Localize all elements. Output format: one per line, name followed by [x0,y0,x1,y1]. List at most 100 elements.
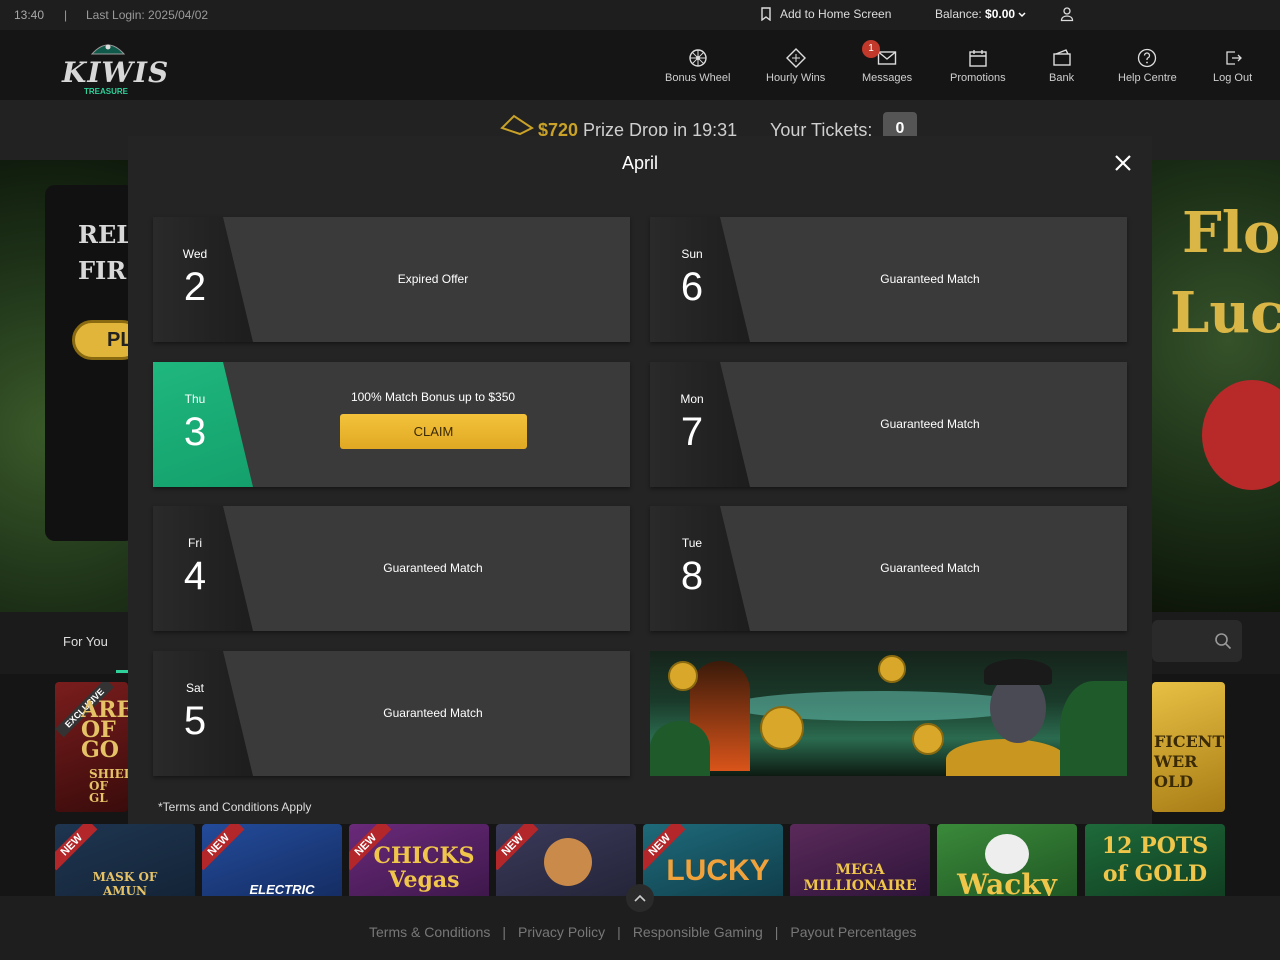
nav-bank[interactable]: Bank [1049,48,1074,84]
offer-card: Sat 5 Guaranteed Match [153,651,630,776]
logo-subtitle: TREASURE [84,87,129,96]
nav-hourly-wins[interactable]: Hourly Wins [766,48,825,84]
main-header: KIWIS TREASURE Bonus Wheel Hourly Wins 1… [0,30,1280,100]
top-bar: 13:40 | Last Login: 2025/04/02 Add to Ho… [0,0,1280,30]
gold-coin-icon [668,661,698,691]
clock: 13:40 [14,8,45,22]
terms-note: *Terms and Conditions Apply [158,800,312,814]
logo-wordmark: KIWIS [62,56,170,89]
nav-promotions[interactable]: Promotions [950,48,1006,84]
gold-coin-icon [760,706,804,750]
close-icon[interactable] [1114,154,1132,172]
nav-label: Log Out [1213,72,1253,84]
footer-link-terms[interactable]: Terms & Conditions [369,924,490,940]
game-subtitle: SHIELD OF GL [89,767,128,805]
footer-link-payout[interactable]: Payout Percentages [790,924,916,940]
game-tile[interactable]: EXCLUSIVE AREA OF GO SHIELD OF GL [55,682,128,812]
offer-label: Guaranteed Match [880,561,980,575]
day-of-week: Sat [185,681,204,695]
search-icon [1215,633,1232,650]
new-badge: NEW [55,824,98,871]
site-logo[interactable]: KIWIS TREASURE [62,38,168,96]
add-to-home-button[interactable]: Add to Home Screen [760,7,891,21]
wallet-icon [1052,49,1071,66]
footer-link-responsible-gaming[interactable]: Responsible Gaming [633,924,763,940]
chevron-up-icon [634,894,646,902]
nav-label: Messages [862,72,913,84]
day-number: 5 [183,699,207,743]
last-login: Last Login: 2025/04/02 [86,8,209,22]
nav-messages[interactable]: 1 Messages [862,40,913,84]
day-of-week: Wed [182,247,208,261]
day-number: 4 [183,554,207,598]
nav-log-out[interactable]: Log Out [1213,48,1252,84]
game-title: FICENT WER OLD [1154,732,1225,791]
offer-card: Wed 2 Expired Offer [153,217,630,342]
day-of-week: Sun [681,247,703,261]
hero-banner-left[interactable]: REL FIR PL [0,160,142,612]
hero-banner-right[interactable]: Flo Luck [1152,160,1280,612]
claim-button[interactable]: CLAIM [340,414,527,449]
nav-label: Bonus Wheel [665,72,731,84]
hero-heading-line1: REL [78,220,134,249]
pirate-hat-icon [90,44,126,55]
day-number: 2 [183,265,207,309]
bookmark-icon [761,7,771,21]
calendar-icon [969,50,987,67]
footer-separator: | [617,924,621,940]
palm-leaves-image [650,721,710,776]
footer-separator: | [774,924,779,940]
diamond-ticket-icon [785,48,806,68]
apple-image [1202,380,1280,490]
offer-card-active: Thu 3 100% Match Bonus up to $350 CLAIM [153,362,630,487]
help-icon [1138,48,1157,68]
day-number: 3 [183,410,207,454]
game-title: AREA OF GO [81,697,128,763]
nav-help-centre[interactable]: Help Centre [1118,48,1177,84]
add-to-home-label: Add to Home Screen [780,7,892,21]
palm-leaves-image [1060,681,1127,776]
hero-game-title-line2: Luck [1170,280,1280,346]
offer-label: Guaranteed Match [383,706,483,720]
offer-card: Mon 7 Guaranteed Match [650,362,1127,487]
offer-label: Guaranteed Match [880,417,980,431]
offer-card: Fri 4 Guaranteed Match [153,506,630,631]
chevron-down-icon [1018,12,1026,18]
nav-bonus-wheel[interactable]: Bonus Wheel [665,48,730,84]
jester-image [544,838,592,886]
game-title: CHICKS Vegas [373,843,475,893]
game-title: MEGA MILLIONAIRE [803,862,917,894]
nav-label: Hourly Wins [766,72,826,84]
modal-title: April [621,153,658,173]
day-of-week: Mon [680,392,704,406]
day-of-week: Thu [184,392,206,406]
offer-label: Guaranteed Match [880,272,980,286]
day-of-week: Fri [188,536,202,550]
game-title: ELECTRIC [249,882,315,897]
new-badge: NEW [496,824,539,871]
offer-card: Tue 8 Guaranteed Match [650,506,1127,631]
gold-coin-icon [912,723,944,755]
new-badge: NEW [202,824,245,871]
promo-artwork [650,651,1127,776]
footer-link-privacy[interactable]: Privacy Policy [518,924,605,940]
user-icon[interactable] [1060,6,1074,22]
envelope-icon [877,51,897,65]
game-search-box[interactable] [1152,620,1242,662]
day-of-week: Tue [681,536,703,550]
promotions-calendar-modal: April Wed 2 Expired Offer Thu 3 100% Mat… [128,136,1152,824]
unread-badge: 1 [862,40,880,58]
scroll-to-top-button[interactable] [626,884,654,912]
tab-for-you[interactable]: For You [63,634,108,649]
separator: | [64,8,68,22]
game-title: MASK OF AMUN [92,870,158,898]
offer-card: Sun 6 Guaranteed Match [650,217,1127,342]
wheel-icon [689,49,707,67]
footer-links: Terms & Conditions | Privacy Policy | Re… [369,924,917,940]
game-title: 12 POTS of GOLD [1101,833,1209,887]
balance-dropdown[interactable]: Balance: $0.00 [935,7,1026,21]
active-tab-indicator [116,670,128,673]
offer-label: 100% Match Bonus up to $350 [350,390,516,404]
day-number: 8 [680,554,704,598]
game-tile[interactable]: FICENT WER OLD [1152,682,1225,812]
